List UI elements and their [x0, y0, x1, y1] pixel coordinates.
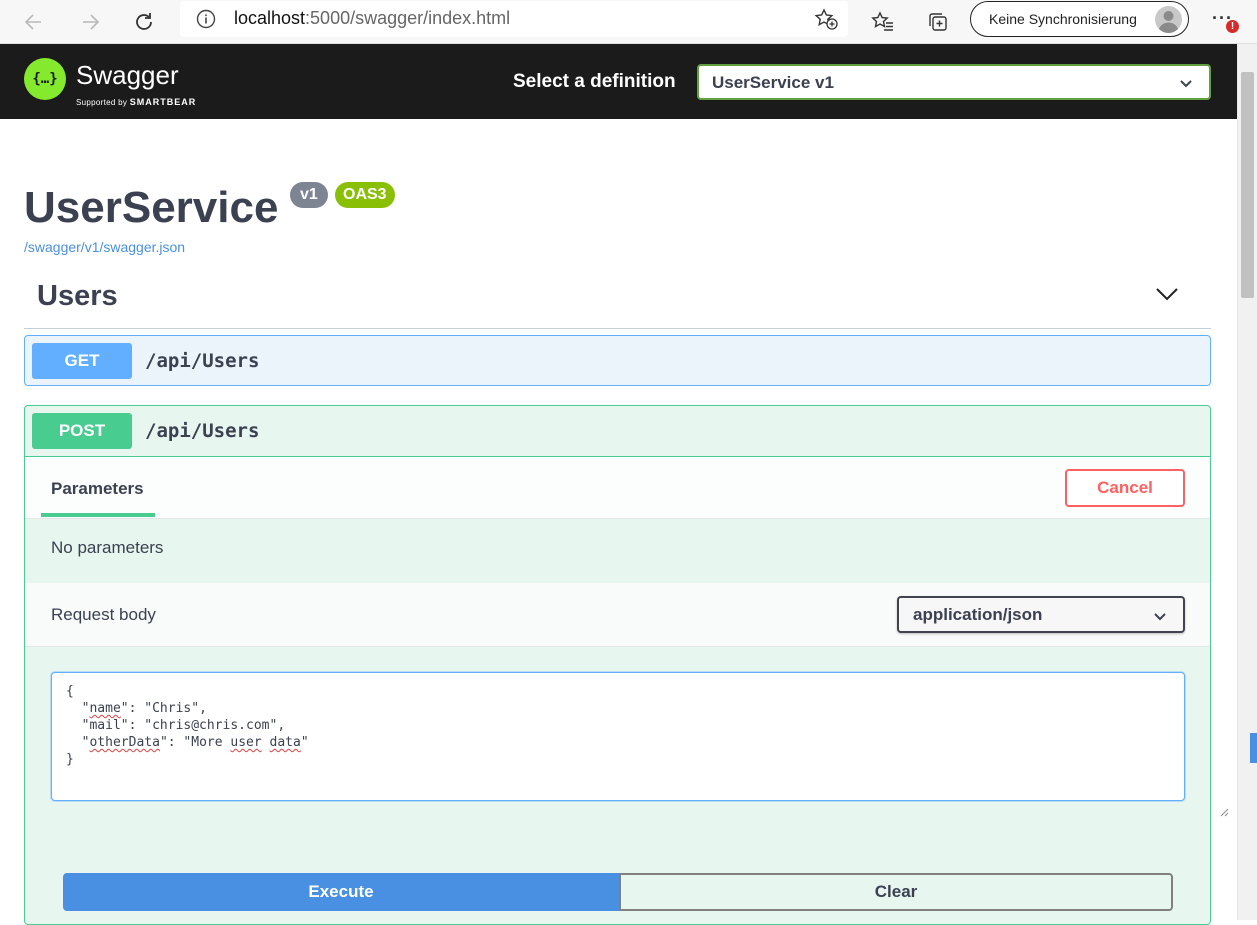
info-icon[interactable] [196, 9, 216, 34]
url-host: localhost [234, 8, 306, 28]
operation-path: /api/Users [145, 350, 260, 372]
browser-toolbar: localhost:5000/swagger/index.html Keine … [0, 0, 1257, 44]
parameters-header: Parameters Cancel [25, 456, 1210, 519]
definition-value: UserService v1 [712, 73, 834, 92]
body-value-name: : "Chris", [128, 701, 207, 716]
reload-icon [136, 13, 152, 30]
request-body-header: Request body application/json [25, 583, 1210, 647]
operation-post-users: POST /api/Users Parameters Cancel No par… [24, 405, 1229, 925]
avatar-icon [1155, 6, 1182, 33]
body-line-close: } [66, 752, 74, 767]
api-title: UserService [24, 183, 279, 232]
swagger-logo-text[interactable]: Swagger [76, 60, 179, 91]
body-word-data: data [269, 735, 301, 750]
clear-button[interactable]: Clear [619, 873, 1173, 911]
sync-label: Keine Synchronisierung [989, 11, 1137, 27]
update-alert-icon: ! [1226, 20, 1239, 33]
definition-select[interactable]: UserService v1 [697, 64, 1211, 100]
cancel-button[interactable]: Cancel [1065, 469, 1185, 507]
reload-button[interactable] [128, 6, 160, 38]
resize-handle-icon[interactable] [1172, 788, 1229, 817]
request-body-textarea[interactable]: { "name": "Chris", "mail": "chris@chris.… [51, 672, 1229, 817]
body-value-prefix: : "More [167, 735, 231, 750]
method-badge-get: GET [32, 343, 132, 379]
tab-parameters-label: Parameters [51, 479, 144, 498]
profile-sync-button[interactable]: Keine Synchronisierung [970, 1, 1189, 37]
back-button[interactable] [18, 6, 50, 38]
operation-path[interactable]: /api/Users [145, 420, 259, 442]
favorites-list-icon [871, 11, 893, 31]
body-line-mail: "mail": "chris@chris.com", [66, 718, 286, 733]
oas-badge: OAS3 [335, 182, 395, 208]
smartbear-tagline: Supported by SMARTBEAR [76, 97, 196, 107]
tag-name: Users [37, 280, 118, 312]
select-definition-label: Select a definition [513, 71, 676, 92]
chevron-down-icon [1179, 76, 1193, 94]
swagger-logo-icon[interactable]: {…} [24, 58, 66, 100]
spec-json-link[interactable]: /swagger/v1/swagger.json [24, 239, 185, 255]
content-type-value: application/json [913, 605, 1043, 624]
body-word-user: user [230, 735, 262, 750]
tab-parameters[interactable]: Parameters [41, 457, 155, 517]
body-line: { [66, 684, 74, 699]
page-scrollbar[interactable] [1237, 44, 1257, 920]
method-badge-post[interactable]: POST [32, 413, 132, 449]
add-favorite-icon[interactable] [814, 8, 838, 35]
edge-panel-tab [1250, 733, 1257, 763]
swagger-topbar: {…} Swagger Supported by SMARTBEAR Selec… [0, 44, 1237, 119]
chevron-down-icon [1153, 609, 1167, 627]
body-key-otherdata: otherData [89, 735, 160, 750]
collections-button[interactable] [922, 6, 954, 38]
operation-get-users[interactable]: GET /api/Users [24, 335, 1211, 386]
more-menu-button[interactable]: ··· ! [1206, 6, 1239, 38]
chevron-down-icon[interactable] [1155, 286, 1179, 307]
url-text[interactable]: localhost:5000/swagger/index.html [234, 8, 510, 29]
execute-button[interactable]: Execute [63, 873, 619, 911]
tagline-prefix: Supported by [76, 98, 128, 107]
body-key-name: name [89, 701, 121, 716]
tag-section-header[interactable]: Users [24, 274, 1211, 329]
tagline-brand: SMARTBEAR [129, 97, 197, 107]
arrow-right-icon [83, 14, 100, 30]
content-type-select[interactable]: application/json [897, 596, 1185, 633]
collections-icon [929, 13, 947, 31]
forward-button[interactable] [74, 6, 106, 38]
scrollbar-thumb[interactable] [1241, 72, 1254, 298]
request-body-label: Request body [51, 605, 156, 624]
favorites-button[interactable] [867, 6, 899, 38]
url-path: :5000/swagger/index.html [305, 8, 511, 28]
version-badge: v1 [290, 182, 328, 208]
arrow-left-icon [24, 14, 41, 30]
address-bar[interactable]: localhost:5000/swagger/index.html [180, 1, 848, 37]
no-parameters-text: No parameters [51, 538, 164, 557]
execute-row: Execute Clear [63, 873, 1173, 911]
